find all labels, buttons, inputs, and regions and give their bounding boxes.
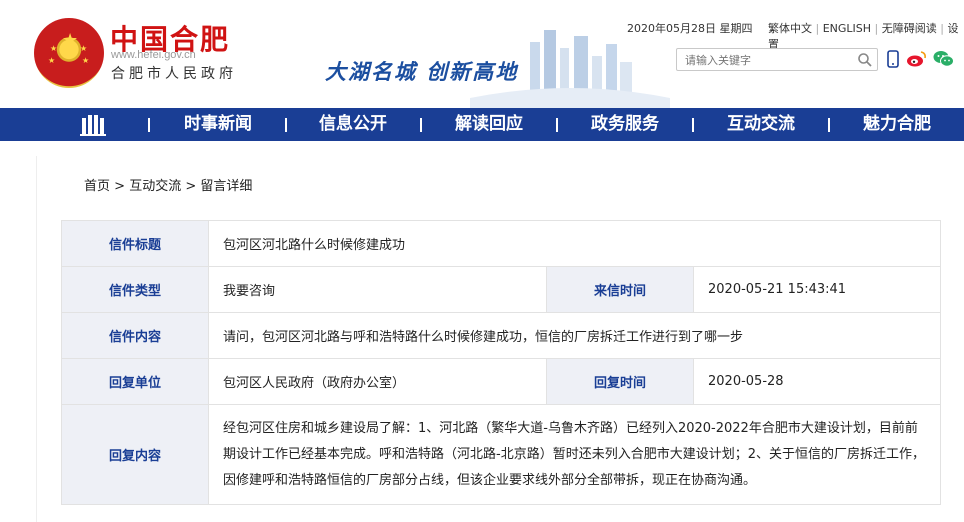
current-date: 2020年05月28日 星期四: [627, 22, 753, 35]
reply-unit-value: 包河区人民政府（政府办公室）: [208, 358, 547, 405]
letter-type-label: 信件类型: [61, 266, 209, 313]
nav-item-news[interactable]: 时事新闻: [184, 108, 252, 141]
nav-item-gov-services[interactable]: 政务服务: [591, 108, 659, 141]
table-row: 信件标题 包河区河北路什么时候修建成功: [61, 220, 941, 267]
letter-content-value: 请问，包河区河北路与呼和浩特路什么时候修建成功，恒信的厂房拆迁工作进行到了哪一步: [208, 312, 941, 359]
breadcrumb-separator: >: [114, 179, 126, 194]
nav-divider: [692, 118, 694, 132]
nav-divider: [285, 118, 287, 132]
link-accessibility[interactable]: 无障碍阅读: [882, 22, 937, 35]
letter-title-label: 信件标题: [61, 220, 209, 267]
site-header: ★ ★ ★ ★ ★ 中国合肥 www.hefei.gov.cn 合肥市人民政府 …: [0, 0, 964, 108]
home-building-icon[interactable]: [80, 114, 106, 136]
search-icon[interactable]: [857, 52, 873, 68]
nav-divider: [420, 118, 422, 132]
star-icon: ★: [82, 56, 90, 65]
table-row: 信件类型 我要咨询 来信时间 2020-05-21 15:43:41: [61, 266, 941, 313]
star-icon: ★: [62, 30, 79, 51]
nav-divider: [556, 118, 558, 132]
nav-divider: [828, 118, 830, 132]
weibo-icon[interactable]: [906, 50, 928, 68]
letter-detail-table: 信件标题 包河区河北路什么时候修建成功 信件类型 我要咨询 来信时间 2020-…: [61, 220, 941, 505]
breadcrumb-interaction[interactable]: 互动交流: [129, 179, 181, 194]
site-domain: www.hefei.gov.cn: [111, 49, 196, 61]
slogan: 大湖名城 创新高地: [325, 59, 519, 84]
reply-content-value: 经包河区住房和城乡建设局了解：1、河北路（繁华大道-乌鲁木齐路）已经列入2020…: [208, 404, 941, 505]
table-row: 信件内容 请问，包河区河北路与呼和浩特路什么时候修建成功，恒信的厂房拆迁工作进行…: [61, 312, 941, 359]
letter-content-label: 信件内容: [61, 312, 209, 359]
letter-type-value: 我要咨询: [208, 266, 547, 313]
letter-date-value: 2020-05-21 15:43:41: [693, 266, 941, 313]
breadcrumb-home[interactable]: 首页: [84, 179, 110, 194]
reply-date-label: 回复时间: [546, 358, 694, 405]
nav-item-info-disclosure[interactable]: 信息公开: [319, 108, 387, 141]
search-box: [676, 48, 878, 72]
nav-divider: [148, 118, 150, 132]
letter-title-value: 包河区河北路什么时候修建成功: [208, 220, 941, 267]
star-icon: ★: [48, 56, 56, 65]
reply-date-value: 2020-05-28: [693, 358, 941, 405]
breadcrumb-separator: >: [185, 179, 197, 194]
nav-item-interpretation[interactable]: 解读回应: [455, 108, 523, 141]
national-emblem-logo: ★ ★ ★ ★ ★: [34, 18, 104, 88]
site-subtitle: 合肥市人民政府: [111, 66, 237, 82]
breadcrumb-current: 留言详细: [200, 179, 253, 194]
table-row: 回复单位 包河区人民政府（政府办公室） 回复时间 2020-05-28: [61, 358, 941, 405]
letter-date-label: 来信时间: [546, 266, 694, 313]
nav-item-interaction[interactable]: 互动交流: [727, 108, 795, 141]
mobile-icon[interactable]: [886, 50, 900, 68]
table-row: 回复内容 经包河区住房和城乡建设局了解：1、河北路（繁华大道-乌鲁木齐路）已经列…: [61, 404, 941, 505]
reply-unit-label: 回复单位: [61, 358, 209, 405]
link-english[interactable]: ENGLISH: [823, 22, 871, 35]
breadcrumb: 首页 > 互动交流 > 留言详细: [84, 175, 252, 194]
reply-content-label: 回复内容: [61, 404, 209, 505]
wechat-icon[interactable]: [933, 50, 955, 68]
link-traditional-chinese[interactable]: 繁体中文: [768, 22, 812, 35]
nav-item-charm-hefei[interactable]: 魅力合肥: [863, 108, 931, 141]
search-input[interactable]: [677, 50, 849, 72]
main-nav: 时事新闻 信息公开 解读回应 政务服务 互动交流 魅力合肥: [0, 108, 964, 141]
